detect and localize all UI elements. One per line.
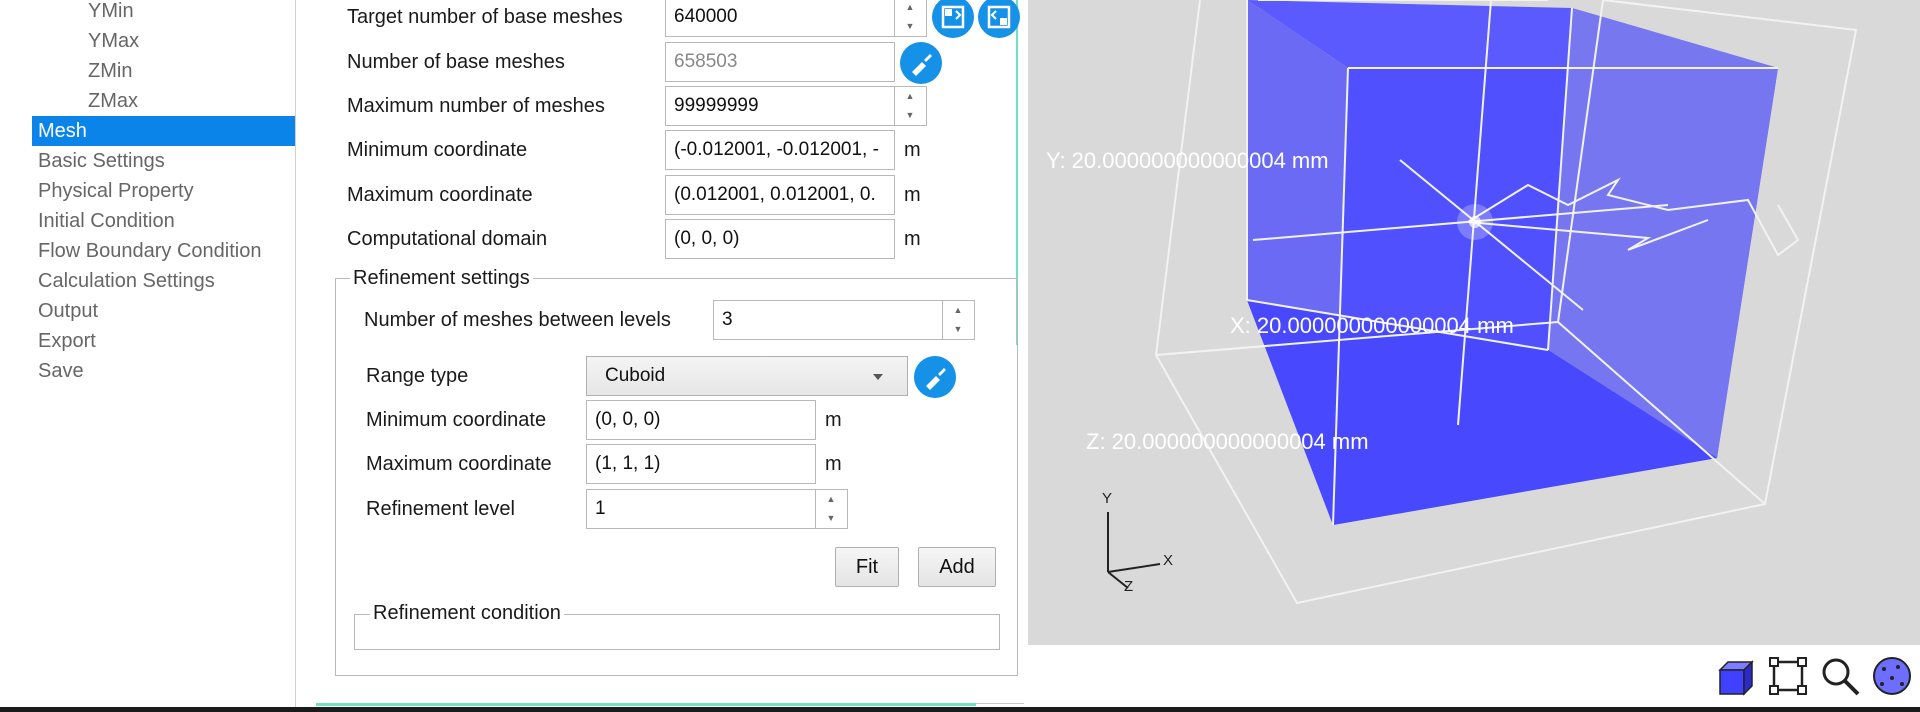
tree-item-physical-property[interactable]: Physical Property: [38, 176, 194, 206]
meshes-between-levels-input[interactable]: 3: [713, 300, 943, 340]
max-meshes-stepper[interactable]: ▲ ▼: [895, 86, 927, 126]
max-coordinate-input[interactable]: (0.012001, 0.012001, 0.: [665, 175, 895, 215]
brush-icon[interactable]: [900, 42, 942, 84]
application-window: YMin YMax ZMin ZMax Mesh Basic Settings …: [0, 0, 1920, 712]
x-dimension-label: X: 20.000000000000004 mm: [1230, 313, 1514, 338]
tree-item-basic-settings[interactable]: Basic Settings: [38, 146, 165, 176]
computational-domain-unit: m: [904, 228, 921, 250]
layout-right-icon[interactable]: [978, 0, 1020, 38]
brush-icon[interactable]: [914, 356, 956, 398]
computational-domain-input[interactable]: (0, 0, 0): [665, 219, 895, 259]
tree-item-zmax[interactable]: ZMax: [88, 86, 138, 116]
3d-viewport[interactable]: Y: 20.000000000000004 mm X: 20.000000000…: [1028, 0, 1920, 645]
target-base-meshes-input[interactable]: 640000: [665, 0, 895, 37]
stepper-up-icon[interactable]: ▲: [895, 87, 925, 106]
range-type-label: Range type: [366, 365, 469, 387]
stepper-down-icon[interactable]: ▼: [895, 106, 925, 125]
max-meshes-input[interactable]: 99999999: [665, 86, 895, 126]
add-button[interactable]: Add: [918, 547, 996, 587]
meshes-between-levels-label: Number of meshes between levels: [364, 309, 671, 331]
tree-item-export[interactable]: Export: [38, 326, 96, 356]
fit-button[interactable]: Fit: [835, 547, 899, 587]
stepper-down-icon[interactable]: ▼: [816, 509, 846, 528]
y-dimension-label: Y: 20.000000000000004 mm: [1046, 148, 1329, 173]
refine-min-coordinate-input[interactable]: (0, 0, 0): [586, 400, 816, 440]
zoom-icon[interactable]: [1818, 654, 1862, 698]
range-type-select[interactable]: Cuboid: [586, 356, 908, 396]
tree-item-ymin[interactable]: YMin: [88, 0, 134, 26]
refine-min-coordinate-label: Minimum coordinate: [366, 409, 547, 431]
refinement-settings-title: Refinement settings: [350, 265, 533, 291]
refinement-level-stepper[interactable]: ▲ ▼: [816, 489, 848, 529]
panel-bottom-accent: [316, 703, 976, 706]
viewport-toolbar: [1710, 654, 1920, 704]
min-coordinate-unit: m: [904, 139, 921, 161]
axis-z-label: Z: [1124, 578, 1134, 595]
panel-bottom-divider: [976, 703, 1024, 704]
cube-icon[interactable]: [1714, 654, 1758, 698]
min-coordinate-input[interactable]: (-0.012001, -0.012001, -: [665, 130, 895, 170]
z-dimension-label: Z: 20.000000000000004 mm: [1086, 429, 1369, 454]
tree-item-mesh[interactable]: Mesh: [32, 116, 295, 146]
settings-tree: YMin YMax ZMin ZMax Mesh Basic Settings …: [0, 0, 296, 707]
target-base-meshes-label: Target number of base meshes: [347, 6, 623, 28]
stepper-up-icon[interactable]: ▲: [816, 490, 846, 509]
axis-x-label: X: [1163, 552, 1174, 569]
min-coordinate-label: Minimum coordinate: [347, 139, 528, 161]
stepper-down-icon[interactable]: ▼: [895, 17, 925, 36]
target-base-meshes-stepper[interactable]: ▲ ▼: [895, 0, 927, 37]
max-meshes-label: Maximum number of meshes: [347, 95, 605, 117]
tree-item-flow-boundary-condition[interactable]: Flow Boundary Condition: [38, 236, 261, 266]
max-coordinate-unit: m: [904, 184, 921, 206]
axis-y-label: Y: [1102, 490, 1113, 507]
refinement-level-label: Refinement level: [366, 498, 515, 520]
refinement-level-input[interactable]: 1: [586, 489, 816, 529]
computational-domain-label: Computational domain: [347, 228, 548, 250]
num-base-meshes-field: 658503: [665, 42, 895, 82]
range-type-value: Cuboid: [605, 365, 666, 386]
refine-max-coordinate-unit: m: [825, 453, 842, 475]
tree-item-ymax[interactable]: YMax: [88, 26, 139, 56]
tree-item-output[interactable]: Output: [38, 296, 98, 326]
tree-item-save[interactable]: Save: [38, 356, 84, 386]
meshes-between-levels-stepper[interactable]: ▲ ▼: [943, 300, 975, 340]
window-bottom-border: [0, 707, 1920, 712]
tree-item-initial-condition[interactable]: Initial Condition: [38, 206, 175, 236]
tree-item-zmin[interactable]: ZMin: [88, 56, 132, 86]
refine-max-coordinate-input[interactable]: (1, 1, 1): [586, 444, 816, 484]
refinement-condition-title: Refinement condition: [370, 600, 564, 626]
max-coordinate-label: Maximum coordinate: [347, 184, 533, 206]
layout-left-icon[interactable]: [932, 0, 974, 38]
refine-min-coordinate-unit: m: [825, 409, 842, 431]
tree-item-calculation-settings[interactable]: Calculation Settings: [38, 266, 215, 296]
num-base-meshes-label: Number of base meshes: [347, 51, 565, 73]
fit-frame-icon[interactable]: [1766, 654, 1810, 698]
stepper-up-icon[interactable]: ▲: [895, 0, 925, 17]
chevron-down-icon: [873, 374, 883, 380]
refine-max-coordinate-label: Maximum coordinate: [366, 453, 552, 475]
stepper-up-icon[interactable]: ▲: [943, 301, 973, 320]
mesh-sphere-icon[interactable]: [1870, 654, 1914, 698]
stepper-down-icon[interactable]: ▼: [943, 320, 973, 339]
